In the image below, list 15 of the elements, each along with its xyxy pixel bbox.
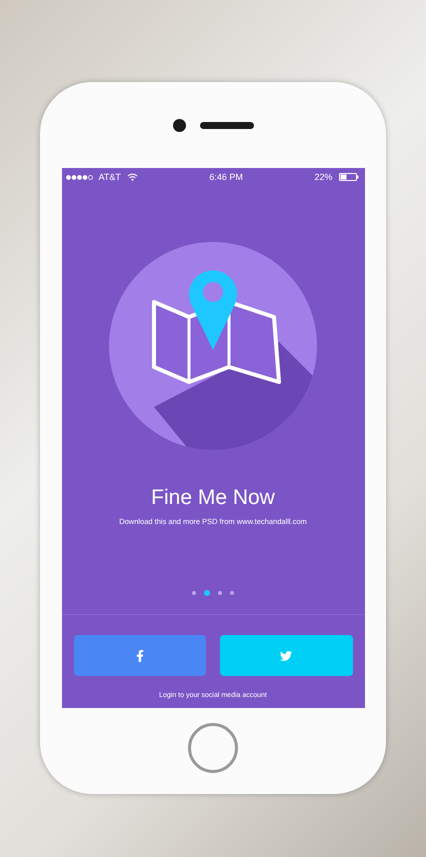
battery-icon	[338, 173, 359, 181]
page-dot[interactable]	[204, 590, 210, 596]
app-title: Fine Me Now	[150, 486, 276, 510]
signal-icon	[66, 174, 92, 180]
page-dot[interactable]	[230, 591, 234, 595]
status-time: 6:46 PM	[209, 172, 243, 182]
speaker-grille	[200, 122, 254, 128]
page-dot[interactable]	[192, 591, 196, 595]
camera-lens	[172, 118, 186, 132]
page-dot[interactable]	[218, 591, 222, 595]
bird-icon	[280, 650, 292, 662]
battery-percent: 22%	[314, 172, 333, 182]
wifi-icon	[126, 173, 138, 181]
carrier-label: AT&T	[98, 172, 121, 182]
home-button[interactable]	[188, 723, 238, 773]
